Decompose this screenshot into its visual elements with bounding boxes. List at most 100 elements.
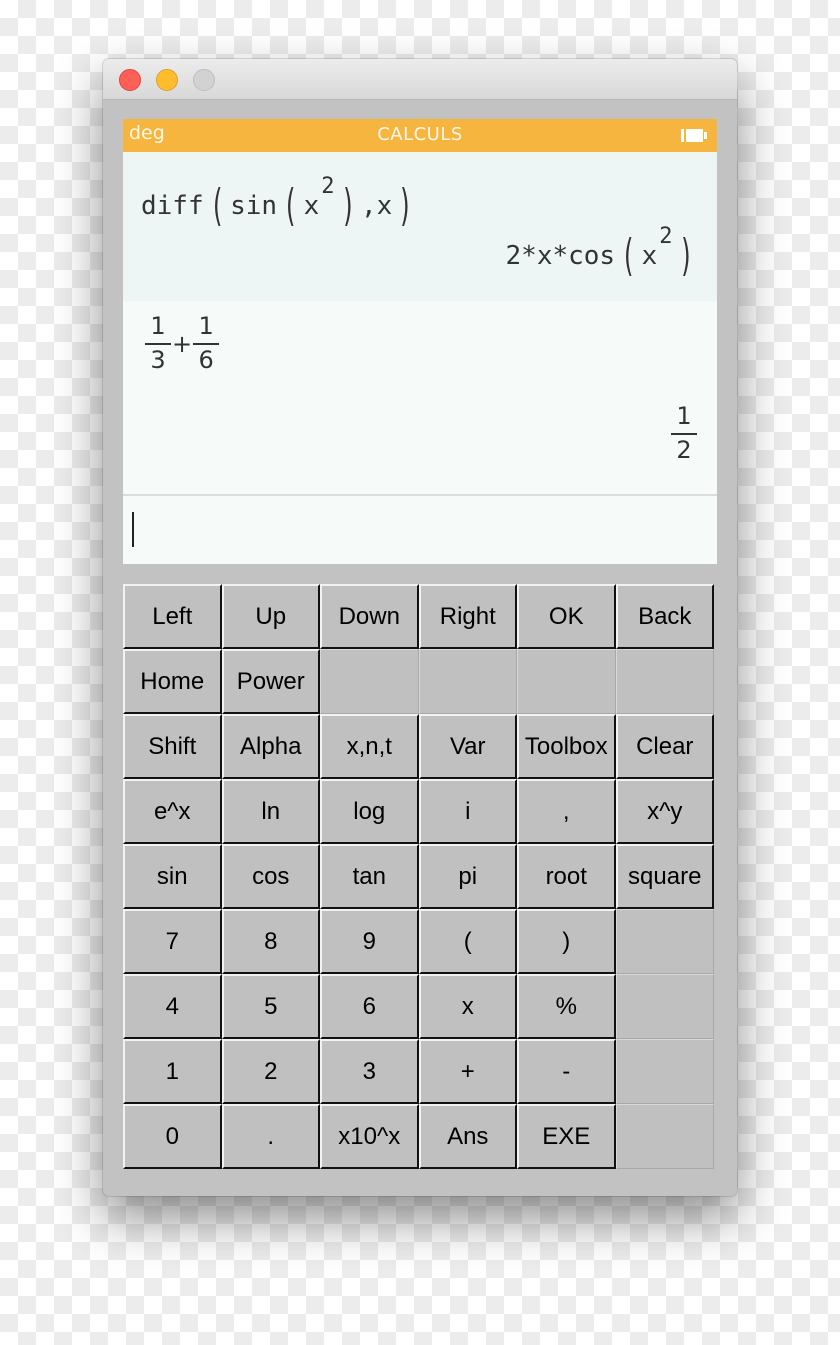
key-ok[interactable]: OK bbox=[517, 584, 616, 649]
denominator: 2 bbox=[676, 435, 692, 464]
keypad: Left Up Down Right OK Back Home Power Shift Alpha… bbox=[123, 584, 714, 1169]
app-title: CALCULS bbox=[377, 124, 463, 145]
exponent: 2 bbox=[321, 173, 335, 199]
fraction-bar bbox=[671, 432, 697, 435]
key-blank bbox=[615, 1104, 714, 1169]
title-bar[interactable] bbox=[103, 59, 737, 100]
expression-input-overlay[interactable] bbox=[123, 496, 717, 564]
key-plus[interactable]: + bbox=[418, 1039, 517, 1104]
variable: x bbox=[641, 241, 658, 271]
key-blank bbox=[615, 909, 714, 974]
zoom-window-button[interactable] bbox=[193, 69, 215, 91]
function-name: sin bbox=[230, 191, 278, 221]
key-tan[interactable]: tan bbox=[320, 844, 419, 909]
numerator: 1 bbox=[676, 402, 692, 430]
comma: , bbox=[361, 191, 377, 221]
close-paren: ) bbox=[398, 180, 413, 231]
key-0[interactable]: 0 bbox=[123, 1104, 222, 1169]
key-back[interactable]: Back bbox=[615, 584, 714, 649]
key-blank bbox=[615, 974, 714, 1039]
key-exe[interactable]: EXE bbox=[517, 1104, 616, 1169]
denominator: 3 bbox=[150, 345, 166, 374]
key-sin[interactable]: sin bbox=[123, 844, 222, 909]
key-left[interactable]: Left bbox=[123, 584, 222, 649]
key-square[interactable]: square bbox=[615, 844, 714, 909]
exponent: 2 bbox=[659, 223, 673, 249]
key-minus[interactable]: - bbox=[517, 1039, 616, 1104]
battery-full-icon bbox=[681, 128, 707, 142]
key-7[interactable]: 7 bbox=[123, 909, 222, 974]
key-6[interactable]: 6 bbox=[320, 974, 419, 1039]
variable: x bbox=[376, 191, 393, 221]
history-entry[interactable]: 1 3 + 1 6 1 2 bbox=[123, 301, 717, 496]
history-output-expression: 2*x*cos(x 2) bbox=[505, 224, 699, 281]
history-input-expression: diff(sin(x 2), x) bbox=[141, 174, 419, 231]
key-alpha[interactable]: Alpha bbox=[221, 714, 320, 779]
history-output-expression: 1 2 bbox=[671, 402, 697, 464]
close-window-button[interactable] bbox=[119, 69, 141, 91]
fraction: 1 2 bbox=[671, 402, 697, 464]
key-power[interactable]: Power bbox=[221, 649, 320, 714]
fraction-bar bbox=[145, 342, 171, 345]
key-percent[interactable]: % bbox=[517, 974, 616, 1039]
operator: + bbox=[172, 329, 193, 358]
variable: x bbox=[303, 191, 320, 221]
key-cos[interactable]: cos bbox=[221, 844, 320, 909]
text-cursor bbox=[132, 512, 134, 547]
open-paren: ( bbox=[621, 230, 636, 281]
key-pi[interactable]: pi bbox=[418, 844, 517, 909]
key-clear[interactable]: Clear bbox=[615, 714, 714, 779]
key-up[interactable]: Up bbox=[221, 584, 320, 649]
key-blank bbox=[320, 649, 419, 714]
key-down[interactable]: Down bbox=[320, 584, 419, 649]
close-paren: ) bbox=[340, 180, 356, 231]
key-blank bbox=[615, 649, 714, 714]
key-ans[interactable]: Ans bbox=[418, 1104, 517, 1169]
status-bar: deg CALCULS bbox=[123, 119, 717, 152]
key-toolbox[interactable]: Toolbox bbox=[517, 714, 616, 779]
key-close-paren[interactable]: ) bbox=[517, 909, 616, 974]
key-home[interactable]: Home bbox=[123, 649, 222, 714]
key-3[interactable]: 3 bbox=[320, 1039, 419, 1104]
key-xcommancommat[interactable]: x,n,t bbox=[320, 714, 419, 779]
fraction: 1 6 bbox=[193, 312, 220, 374]
key-x[interactable]: x bbox=[418, 974, 517, 1039]
numerator: 1 bbox=[150, 312, 166, 340]
key-blank bbox=[615, 1039, 714, 1104]
history-entry[interactable]: diff(sin(x 2), x) 2*x*cos(x 2) bbox=[123, 152, 717, 301]
key-blank bbox=[418, 649, 517, 714]
key-log[interactable]: log bbox=[320, 779, 419, 844]
close-paren: ) bbox=[678, 230, 694, 281]
app-window: deg CALCULS diff(sin(x 2), x) 2*x*cos(x 2) … bbox=[103, 59, 737, 1196]
fraction: 1 3 bbox=[145, 312, 171, 374]
key-dot[interactable]: . bbox=[221, 1104, 320, 1169]
key-5[interactable]: 5 bbox=[221, 974, 320, 1039]
key-root[interactable]: root bbox=[517, 844, 616, 909]
calculator-screen: deg CALCULS diff(sin(x 2), x) 2*x*cos(x 2) … bbox=[123, 119, 717, 564]
key-right[interactable]: Right bbox=[418, 584, 517, 649]
key-var[interactable]: Var bbox=[418, 714, 517, 779]
key-open-paren[interactable]: ( bbox=[418, 909, 517, 974]
key-x-pow-y[interactable]: x^y bbox=[615, 779, 714, 844]
key-1[interactable]: 1 bbox=[123, 1039, 222, 1104]
open-paren: ( bbox=[209, 180, 225, 231]
key-2[interactable]: 2 bbox=[221, 1039, 320, 1104]
numerator: 1 bbox=[198, 312, 214, 340]
key-e-pow-x[interactable]: e^x bbox=[123, 779, 222, 844]
function-name: diff bbox=[141, 191, 204, 221]
denominator: 6 bbox=[198, 345, 214, 374]
key-4[interactable]: 4 bbox=[123, 974, 222, 1039]
key-8[interactable]: 8 bbox=[221, 909, 320, 974]
key-i[interactable]: i bbox=[418, 779, 517, 844]
expression-text: 2*x*cos bbox=[505, 241, 616, 271]
history-input-expression: 1 3 + 1 6 bbox=[145, 312, 220, 374]
key-x10-pow-x[interactable]: x10^x bbox=[320, 1104, 419, 1169]
key-ln[interactable]: ln bbox=[221, 779, 320, 844]
key-9[interactable]: 9 bbox=[320, 909, 419, 974]
fraction-bar bbox=[193, 342, 220, 345]
key-comma[interactable]: , bbox=[517, 779, 616, 844]
key-blank bbox=[517, 649, 616, 714]
minimize-window-button[interactable] bbox=[156, 69, 178, 91]
key-shift[interactable]: Shift bbox=[123, 714, 222, 779]
open-paren: ( bbox=[283, 180, 298, 231]
